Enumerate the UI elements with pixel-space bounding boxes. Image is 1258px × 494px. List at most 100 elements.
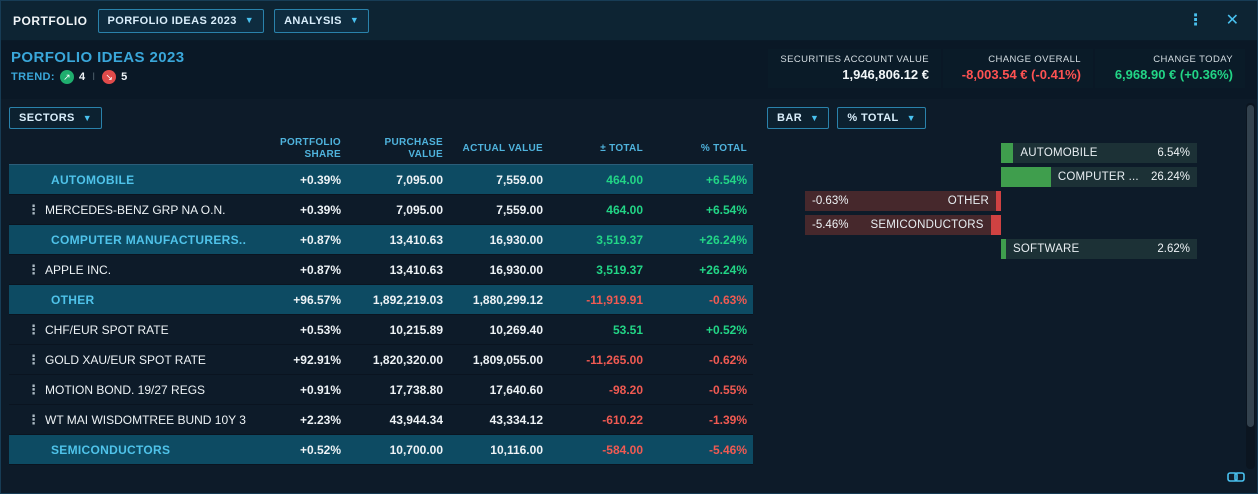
column-header-purchase-value[interactable]: PURCHASE VALUE xyxy=(347,137,449,161)
chart-left-half: -5.46% SEMICONDUCTORS xyxy=(805,215,1001,235)
row-menu-icon[interactable]: ⋮ xyxy=(27,262,35,278)
chart-bar-row[interactable]: COMPUTER ... 26.24% xyxy=(805,167,1197,187)
grouping-dropdown[interactable]: SECTORS ▼ xyxy=(9,107,102,129)
cell-portfolio-share: +92.91% xyxy=(247,353,347,367)
cell-purchase-value: 17,738.80 xyxy=(347,383,449,397)
stat-value: 1,946,806.12 € xyxy=(780,67,929,82)
bar-value: -0.63% xyxy=(805,195,848,207)
scrollbar-thumb[interactable] xyxy=(1247,105,1254,427)
cell-name: OTHER xyxy=(9,293,247,307)
column-header-percent-total[interactable]: % TOTAL xyxy=(649,143,753,155)
cell-total-percent: +26.24% xyxy=(649,263,753,277)
cell-total: 53.51 xyxy=(549,323,649,337)
vertical-scrollbar[interactable] xyxy=(1246,103,1255,469)
cell-name: ⋮CHF/EUR SPOT RATE xyxy=(9,322,247,338)
close-icon[interactable]: ✕ xyxy=(1220,13,1245,29)
bar-label: COMPUTER ... xyxy=(1058,171,1139,183)
chart-left-half: -0.63% OTHER xyxy=(805,191,1001,211)
cell-name: ⋮APPLE INC. xyxy=(9,262,247,278)
trend-up-icon: ↗ xyxy=(60,70,74,84)
cell-portfolio-share: +0.87% xyxy=(247,233,347,247)
chart-right-half: COMPUTER ... 26.24% xyxy=(1001,167,1197,187)
row-menu-icon[interactable]: ⋮ xyxy=(27,412,35,428)
sector-row[interactable]: OTHER +96.57% 1,892,219.03 1,880,299.12 … xyxy=(9,285,753,315)
sector-row[interactable]: AUTOMOBILE +0.39% 7,095.00 7,559.00 464.… xyxy=(9,165,753,195)
bar-label: SEMICONDUCTORS xyxy=(871,219,991,231)
positions-table-panel: SECTORS ▼ PORTFOLIO SHARE PURCHASE VALUE… xyxy=(9,105,753,494)
row-menu-icon[interactable]: ⋮ xyxy=(27,382,35,398)
sector-bar-chart: AUTOMOBILE 6.54% COMPUTER ... 26.24% xyxy=(805,143,1197,259)
column-header-actual-value[interactable]: ACTUAL VALUE xyxy=(449,143,549,155)
bar-label: SOFTWARE xyxy=(1013,243,1079,255)
cell-purchase-value: 7,095.00 xyxy=(347,203,449,217)
portfolio-app: PORTFOLIO PORFOLIO IDEAS 2023 ▼ ANALYSIS… xyxy=(0,0,1258,494)
trend-down-icon: ↘ xyxy=(102,70,116,84)
cell-purchase-value: 1,892,219.03 xyxy=(347,293,449,307)
cell-total: -11,919.91 xyxy=(549,293,649,307)
cell-portfolio-share: +0.39% xyxy=(247,203,347,217)
bar-value: 6.54% xyxy=(1157,147,1197,159)
chart-left-half xyxy=(805,167,1001,187)
column-header-plusminus-total[interactable]: ± TOTAL xyxy=(549,143,649,155)
chart-bar-row[interactable]: SOFTWARE 2.62% xyxy=(805,239,1197,259)
row-menu-icon[interactable]: ⋮ xyxy=(27,202,35,218)
cell-name: ⋮WT MAI WISDOMTREE BUND 10Y 3 xyxy=(9,412,247,428)
link-icon[interactable] xyxy=(1227,470,1245,488)
stat-label: CHANGE OVERALL xyxy=(955,54,1081,65)
row-menu-icon[interactable]: ⋮ xyxy=(27,352,35,368)
chart-bar-row[interactable]: AUTOMOBILE 6.54% xyxy=(805,143,1197,163)
bar-value: -5.46% xyxy=(805,219,848,231)
chart-right-half xyxy=(1001,191,1197,211)
analysis-dropdown[interactable]: ANALYSIS ▼ xyxy=(274,9,369,33)
bar-segment xyxy=(991,215,1001,235)
chevron-down-icon: ▼ xyxy=(83,114,92,123)
instrument-row[interactable]: ⋮MOTION BOND. 19/27 REGS +0.91% 17,738.8… xyxy=(9,375,753,405)
cell-name: AUTOMOBILE xyxy=(9,173,247,187)
chevron-down-icon: ▼ xyxy=(810,114,819,123)
instrument-row[interactable]: ⋮WT MAI WISDOMTREE BUND 10Y 3 +2.23% 43,… xyxy=(9,405,753,435)
instrument-row[interactable]: ⋮ MERCEDES-BENZ GRP NA O.N. +0.39% 7,095.… xyxy=(9,195,753,225)
cell-portfolio-share: +0.39% xyxy=(247,173,347,187)
cell-actual-value: 10,116.00 xyxy=(449,443,549,457)
sector-row[interactable]: COMPUTER MANUFACTURERS... +0.87% 13,410.… xyxy=(9,225,753,255)
portfolio-dropdown[interactable]: PORFOLIO IDEAS 2023 ▼ xyxy=(98,9,265,33)
instrument-row[interactable]: ⋮APPLE INC. +0.87% 13,410.63 16,930.00 3… xyxy=(9,255,753,285)
cell-actual-value: 17,640.60 xyxy=(449,383,549,397)
cell-actual-value: 43,334.12 xyxy=(449,413,549,427)
cell-total: -610.22 xyxy=(549,413,649,427)
column-header-portfolio-share[interactable]: PORTFOLIO SHARE xyxy=(247,137,347,161)
cell-purchase-value: 43,944.34 xyxy=(347,413,449,427)
row-menu-icon[interactable]: ⋮ xyxy=(27,322,35,338)
trend-label: TREND: xyxy=(11,71,55,83)
cell-total-percent: +0.52% xyxy=(649,323,753,337)
stat-change-today: CHANGE TODAY 6,968.90 € (+0.36%) xyxy=(1095,49,1245,88)
overflow-menu-icon[interactable]: ⋮ xyxy=(1182,13,1210,29)
chart-type-dropdown[interactable]: BAR ▼ xyxy=(767,107,829,129)
cell-name: ⋮MOTION BOND. 19/27 REGS xyxy=(9,382,247,398)
cell-total: -584.00 xyxy=(549,443,649,457)
chevron-down-icon: ▼ xyxy=(350,16,359,25)
cell-total-percent: -0.55% xyxy=(649,383,753,397)
chart-right-half: AUTOMOBILE 6.54% xyxy=(1001,143,1197,163)
table-header-row: PORTFOLIO SHARE PURCHASE VALUE ACTUAL VA… xyxy=(9,133,753,165)
header-left: PORFOLIO IDEAS 2023 TREND: ↗ 4 I ↘ 5 xyxy=(11,49,184,84)
stat-value: -8,003.54 € (-0.41%) xyxy=(955,67,1081,82)
cell-actual-value: 16,930.00 xyxy=(449,233,549,247)
chart-bar-row[interactable]: -5.46% SEMICONDUCTORS xyxy=(805,215,1197,235)
chevron-down-icon: ▼ xyxy=(245,16,254,25)
instrument-row[interactable]: ⋮CHF/EUR SPOT RATE +0.53% 10,215.89 10,2… xyxy=(9,315,753,345)
bar-label: AUTOMOBILE xyxy=(1020,147,1097,159)
sector-name: OTHER xyxy=(51,293,95,307)
instrument-row[interactable]: ⋮GOLD XAU/EUR SPOT RATE +92.91% 1,820,32… xyxy=(9,345,753,375)
trend-down-count: 5 xyxy=(121,71,127,83)
bar-value: 26.24% xyxy=(1151,171,1197,183)
chart-metric-dropdown[interactable]: % TOTAL ▼ xyxy=(837,107,926,129)
instrument-name: GOLD XAU/EUR SPOT RATE xyxy=(45,353,206,367)
chart-bar-row[interactable]: -0.63% OTHER xyxy=(805,191,1197,211)
sector-row[interactable]: SEMICONDUCTORS +0.52% 10,700.00 10,116.0… xyxy=(9,435,753,465)
trend-up-count: 4 xyxy=(79,71,85,83)
instrument-name: MERCEDES-BENZ GRP NA O.N. xyxy=(45,203,225,217)
cell-total-percent: -5.46% xyxy=(649,443,753,457)
chart-left-half xyxy=(805,239,1001,259)
cell-actual-value: 16,930.00 xyxy=(449,263,549,277)
